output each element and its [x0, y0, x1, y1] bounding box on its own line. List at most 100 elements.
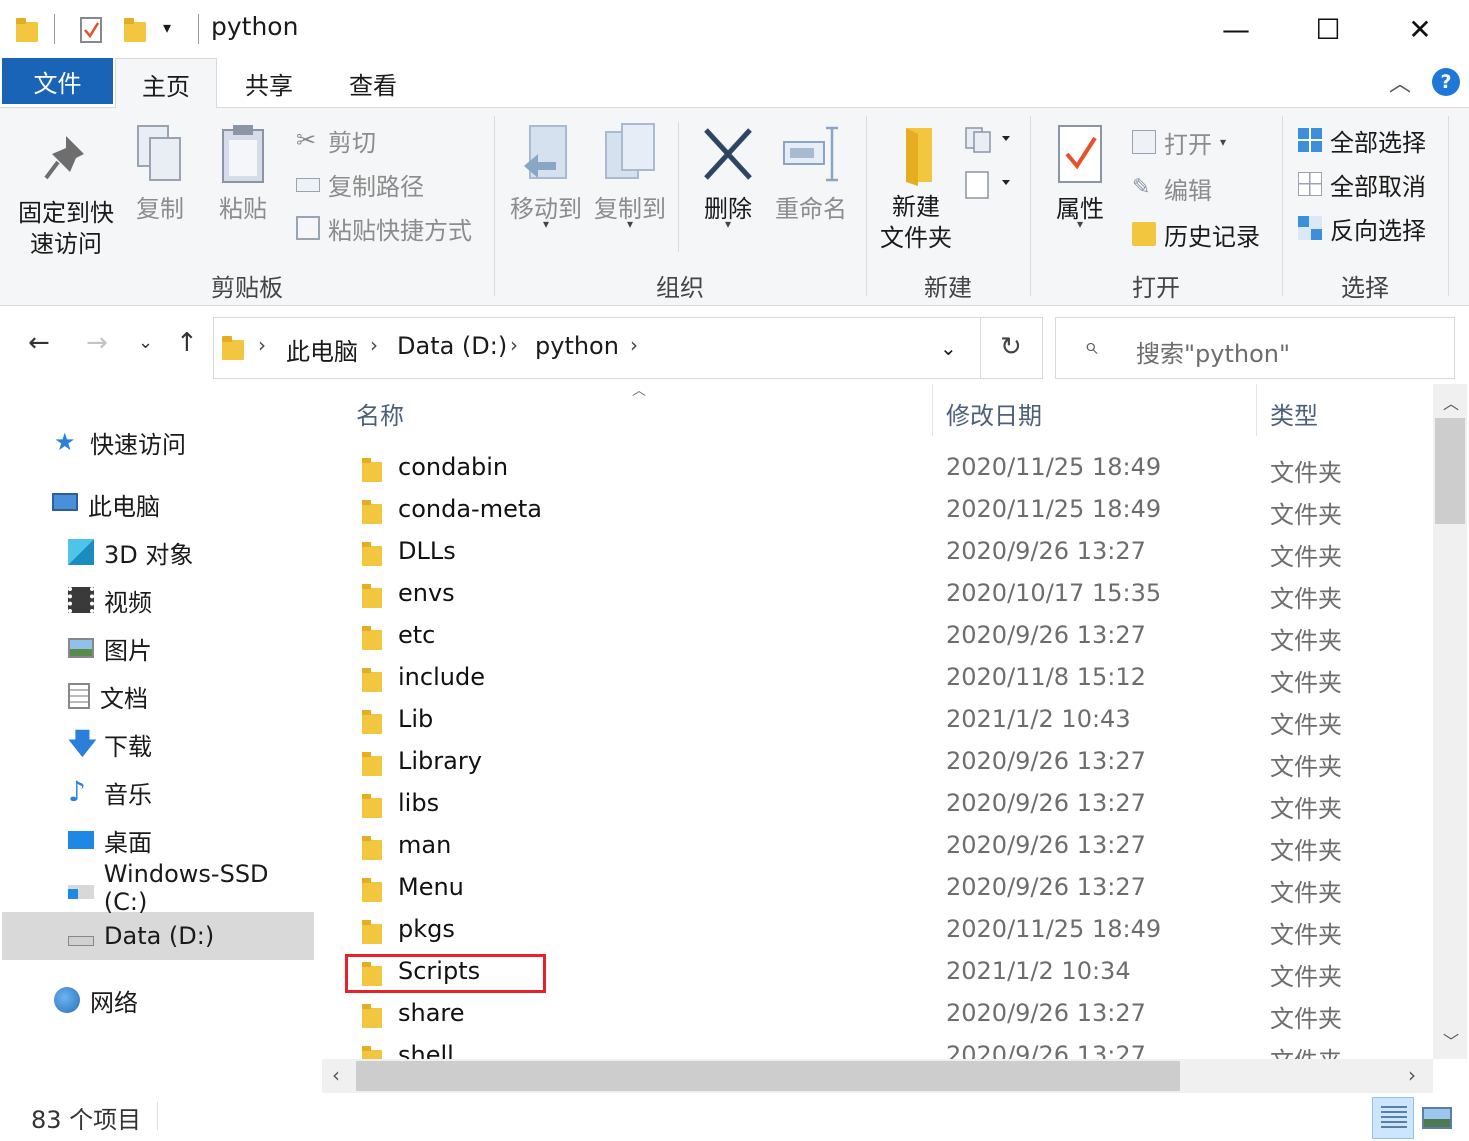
address-dropdown-chevron-icon[interactable]: ⌄	[940, 336, 957, 360]
column-header-type[interactable]: 类型	[1270, 396, 1318, 431]
nav-desktop[interactable]: 桌面	[68, 818, 152, 862]
nav-music[interactable]: ♪ 音乐	[68, 770, 152, 814]
tab-share[interactable]: 共享	[217, 58, 321, 108]
file-row[interactable]: man 2020/9/26 13:27 文件夹	[318, 826, 1433, 868]
file-row[interactable]: include 2020/11/8 15:12 文件夹	[318, 658, 1433, 700]
sort-ascending-chevron-icon: ︿	[632, 384, 646, 399]
new-folder-quick-icon[interactable]	[124, 16, 146, 42]
separator	[980, 318, 981, 378]
folder-icon	[222, 334, 244, 360]
nav-videos[interactable]: 视频	[68, 578, 152, 622]
refresh-icon[interactable]: ↻	[1000, 332, 1022, 362]
new-folder-button[interactable]: 新建 文件夹	[874, 122, 958, 254]
breadcrumb-chevron-icon[interactable]: ›	[258, 333, 266, 357]
history-button[interactable]: 历史记录	[1132, 216, 1260, 252]
tab-home[interactable]: 主页	[115, 58, 217, 109]
up-arrow-icon[interactable]: ↑	[176, 328, 198, 358]
address-bar[interactable]: › 此电脑 › Data (D:) › python › ⌄ ↻	[213, 317, 1043, 379]
maximize-button[interactable]: ☐	[1282, 0, 1374, 58]
invert-selection-button[interactable]: 反向选择	[1298, 210, 1426, 246]
select-none-button[interactable]: 全部取消	[1298, 166, 1426, 202]
collapse-ribbon-chevron-icon[interactable]: ︿	[1389, 66, 1411, 98]
horizontal-scroll-thumb[interactable]	[356, 1061, 1180, 1091]
breadcrumb-chevron-icon[interactable]: ›	[630, 333, 638, 357]
breadcrumb-python[interactable]: python	[535, 332, 619, 360]
large-icons-view-button[interactable]	[1420, 1101, 1454, 1135]
separator	[198, 14, 199, 44]
column-separator[interactable]	[1256, 384, 1257, 436]
forward-arrow-icon[interactable]: →	[86, 328, 108, 358]
help-button[interactable]: ?	[1432, 68, 1460, 96]
vertical-scroll-thumb[interactable]	[1435, 418, 1465, 524]
file-type: 文件夹	[1270, 1005, 1342, 1033]
search-box[interactable]: ⌕ 搜索"python"	[1055, 317, 1455, 379]
column-header-date[interactable]: 修改日期	[946, 396, 1042, 431]
minimize-button[interactable]: —	[1190, 0, 1282, 58]
file-row[interactable]: envs 2020/10/17 15:35 文件夹	[318, 574, 1433, 616]
windows-drive-icon	[68, 885, 94, 899]
scroll-left-chevron-icon[interactable]: ‹	[332, 1063, 340, 1087]
file-row[interactable]: DLLs 2020/9/26 13:27 文件夹	[318, 532, 1433, 574]
copy-to-button[interactable]: 复制到 ▾	[588, 122, 672, 231]
open-button[interactable]: 打开 ▾	[1132, 124, 1226, 160]
file-row[interactable]: libs 2020/9/26 13:27 文件夹	[318, 784, 1433, 826]
breadcrumb-chevron-icon[interactable]: ›	[510, 333, 518, 357]
column-separator[interactable]	[932, 384, 933, 436]
clipboard-icon	[222, 125, 264, 183]
delete-button[interactable]: 删除 ▾	[692, 122, 764, 231]
file-row[interactable]: etc 2020/9/26 13:27 文件夹	[318, 616, 1433, 658]
cut-button[interactable]: ✂ 剪切	[296, 122, 376, 158]
pin-to-quick-access-button[interactable]: 固定到快 速访问	[14, 122, 118, 260]
paste-shortcut-button[interactable]: 粘贴快捷方式	[296, 210, 472, 246]
close-button[interactable]: ✕	[1374, 0, 1466, 58]
file-type: 文件夹	[1270, 921, 1342, 949]
select-all-button[interactable]: 全部选择	[1298, 122, 1426, 158]
move-to-button[interactable]: 移动到 ▾	[504, 122, 588, 231]
nav-downloads[interactable]: 🡇 下载	[68, 722, 152, 766]
nav-3d-objects[interactable]: 3D 对象	[68, 530, 193, 574]
breadcrumb-drive-d[interactable]: Data (D:)	[397, 332, 507, 360]
details-view-button[interactable]	[1372, 1097, 1414, 1139]
desktop-icon	[68, 831, 94, 849]
recent-locations-chevron-icon[interactable]: ⌄	[138, 332, 153, 353]
copy-path-button[interactable]: 复制路径	[296, 166, 424, 202]
file-row[interactable]: condabin 2020/11/25 18:49 文件夹	[318, 448, 1433, 490]
file-row[interactable]: Library 2020/9/26 13:27 文件夹	[318, 742, 1433, 784]
properties-quick-icon[interactable]	[80, 17, 102, 43]
tab-view[interactable]: 查看	[321, 58, 425, 108]
copy-button[interactable]: 复制	[128, 122, 192, 225]
nav-quick-access[interactable]: ★ 快速访问	[54, 420, 186, 464]
customize-toolbar-chevron-icon[interactable]: ▾	[163, 18, 171, 37]
paste-button[interactable]: 粘贴	[210, 122, 276, 225]
file-row[interactable]: conda-meta 2020/11/25 18:49 文件夹	[318, 490, 1433, 532]
file-row[interactable]: pkgs 2020/11/25 18:49 文件夹	[318, 910, 1433, 952]
file-name: share	[398, 999, 465, 1027]
new-item-button[interactable]	[964, 124, 1014, 158]
rename-button[interactable]: 重命名	[772, 122, 850, 225]
nav-drive-d[interactable]: Data (D:)	[68, 914, 214, 958]
column-header-name[interactable]: 名称	[356, 396, 404, 431]
nav-documents[interactable]: 文档	[68, 674, 148, 718]
file-date: 2020/9/26 13:27	[946, 999, 1146, 1027]
tab-file[interactable]: 文件	[2, 58, 113, 104]
back-arrow-icon[interactable]: ←	[28, 328, 50, 358]
properties-button[interactable]: 属性 ▾	[1042, 122, 1118, 231]
nav-drive-c[interactable]: Windows-SSD (C:)	[68, 860, 318, 916]
scroll-down-chevron-icon[interactable]: ﹀	[1443, 1028, 1459, 1052]
breadcrumb-this-pc[interactable]: 此电脑	[286, 332, 358, 367]
file-date: 2020/9/26 13:27	[946, 789, 1146, 817]
nav-this-pc[interactable]: 此电脑	[52, 482, 160, 526]
breadcrumb-chevron-icon[interactable]: ›	[370, 333, 378, 357]
edit-button[interactable]: ✎ 编辑	[1132, 170, 1212, 206]
nav-pictures[interactable]: 图片	[68, 626, 152, 670]
file-row[interactable]: Lib 2021/1/2 10:43 文件夹	[318, 700, 1433, 742]
nav-network[interactable]: 网络	[54, 978, 138, 1022]
scroll-right-chevron-icon[interactable]: ›	[1408, 1063, 1416, 1087]
file-row[interactable]: Menu 2020/9/26 13:27 文件夹	[318, 868, 1433, 910]
file-row[interactable]: share 2020/9/26 13:27 文件夹	[318, 994, 1433, 1036]
scroll-up-chevron-icon[interactable]: ︿	[1443, 390, 1459, 414]
file-date: 2020/11/25 18:49	[946, 453, 1162, 481]
file-row[interactable]: shell 2020/9/26 13:27 文件夹	[318, 1036, 1433, 1059]
separator	[157, 1102, 158, 1130]
easy-access-button[interactable]	[964, 168, 1014, 206]
